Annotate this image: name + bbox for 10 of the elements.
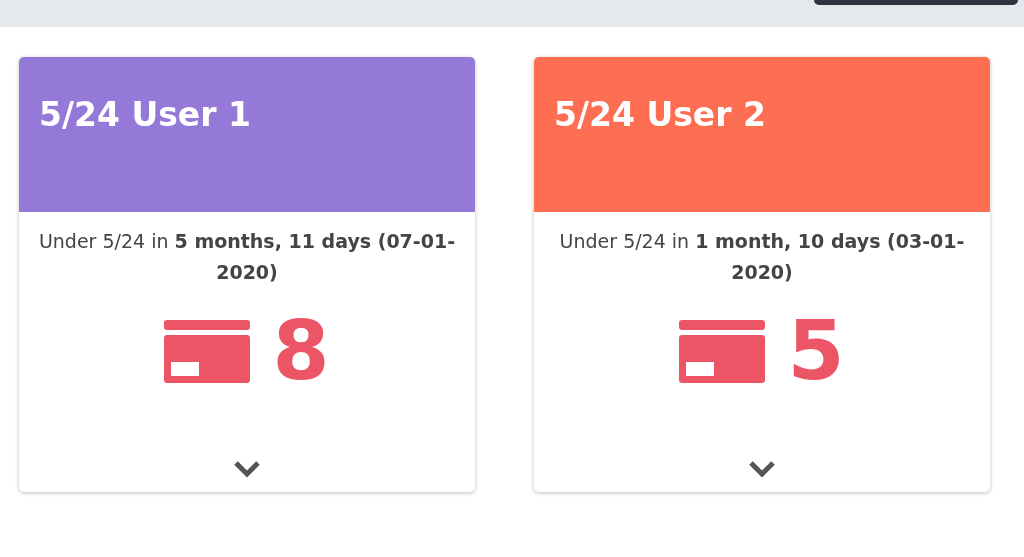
card-count: 8 xyxy=(272,310,330,392)
card-description: Under 5/24 in 1 month, 10 days (03-01-2020) xyxy=(558,229,966,285)
card-count: 5 xyxy=(787,310,845,392)
chevron-down-icon[interactable] xyxy=(233,460,261,478)
credit-card-icon xyxy=(164,319,251,383)
card-description: Under 5/24 in 5 months, 11 days (07-01-2020) xyxy=(37,229,457,285)
card-title: 5/24 User 2 xyxy=(554,95,766,134)
chevron-down-icon[interactable] xyxy=(748,460,776,478)
credit-card-icon xyxy=(679,319,766,383)
card-title: 5/24 User 1 xyxy=(39,95,251,134)
